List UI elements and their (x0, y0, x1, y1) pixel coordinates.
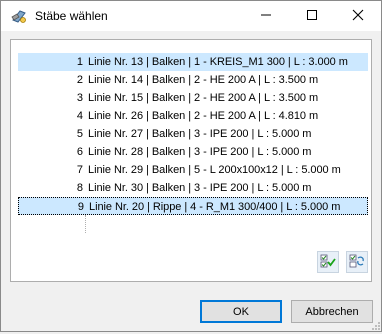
list-item[interactable]: 9 Linie Nr. 20 | Rippe | 4 - R_M1 300/40… (18, 197, 368, 215)
item-number: 2 (76, 74, 83, 86)
item-number: 7 (76, 164, 83, 176)
dialog-title: Stäbe wählen (35, 9, 108, 23)
minimize-icon (260, 9, 272, 24)
item-label: Linie Nr. 26 | Balken | 2 - HE 200 A | L… (88, 110, 319, 122)
item-label: Linie Nr. 13 | Balken | 1 - KREIS_M1 300… (88, 56, 348, 68)
dialog-window: Stäbe wählen 1 Linie Nr. 13 | Balken | 1… (0, 0, 382, 332)
item-number: 3 (76, 92, 83, 104)
item-number: 6 (76, 146, 83, 158)
list-item[interactable]: 8 Linie Nr. 30 | Balken | 3 - IPE 200 | … (18, 179, 368, 197)
invert-selection-icon (349, 253, 365, 272)
item-number: 9 (77, 201, 84, 213)
item-label: Linie Nr. 14 | Balken | 2 - HE 200 A | L… (88, 74, 319, 86)
maximize-icon (306, 9, 318, 24)
item-number: 4 (76, 110, 83, 122)
members-select-icon (10, 8, 28, 24)
list-item[interactable]: 6 Linie Nr. 28 | Balken | 3 - IPE 200 | … (18, 143, 368, 161)
column-divider (85, 215, 86, 233)
close-icon (352, 9, 364, 24)
item-label: Linie Nr. 30 | Balken | 3 - IPE 200 | L … (88, 182, 312, 194)
list-item[interactable]: 3 Linie Nr. 15 | Balken | 2 - HE 200 A |… (18, 89, 368, 107)
minimize-button[interactable] (243, 1, 289, 31)
member-list[interactable]: 1 Linie Nr. 13 | Balken | 1 - KREIS_M1 3… (10, 39, 372, 282)
ok-button[interactable]: OK (200, 300, 282, 323)
item-number: 1 (76, 56, 83, 68)
list-item[interactable]: 2 Linie Nr. 14 | Balken | 2 - HE 200 A |… (18, 71, 368, 89)
item-label: Linie Nr. 27 | Balken | 3 - IPE 200 | L … (88, 128, 312, 140)
list-item[interactable]: 7 Linie Nr. 29 | Balken | 5 - L 200x100x… (18, 161, 368, 179)
title-bar[interactable]: Stäbe wählen (1, 1, 381, 31)
list-item[interactable]: 1 Linie Nr. 13 | Balken | 1 - KREIS_M1 3… (18, 53, 368, 71)
cancel-button[interactable]: Abbrechen (291, 300, 373, 323)
select-all-icon (320, 253, 336, 272)
invert-selection-button[interactable] (346, 251, 368, 273)
item-number: 5 (76, 128, 83, 140)
item-label: Linie Nr. 20 | Rippe | 4 - R_M1 300/400 … (89, 201, 341, 213)
item-label: Linie Nr. 15 | Balken | 2 - HE 200 A | L… (88, 92, 319, 104)
list-item[interactable]: 5 Linie Nr. 27 | Balken | 3 - IPE 200 | … (18, 125, 368, 143)
item-label: Linie Nr. 28 | Balken | 3 - IPE 200 | L … (88, 146, 312, 158)
list-item[interactable]: 4 Linie Nr. 26 | Balken | 2 - HE 200 A |… (18, 107, 368, 125)
select-all-button[interactable] (317, 251, 339, 273)
resize-grip-icon[interactable] (371, 321, 381, 331)
item-label: Linie Nr. 29 | Balken | 5 - L 200x100x12… (88, 164, 341, 176)
item-number: 8 (76, 182, 83, 194)
maximize-button[interactable] (289, 1, 335, 31)
close-button[interactable] (335, 1, 381, 31)
